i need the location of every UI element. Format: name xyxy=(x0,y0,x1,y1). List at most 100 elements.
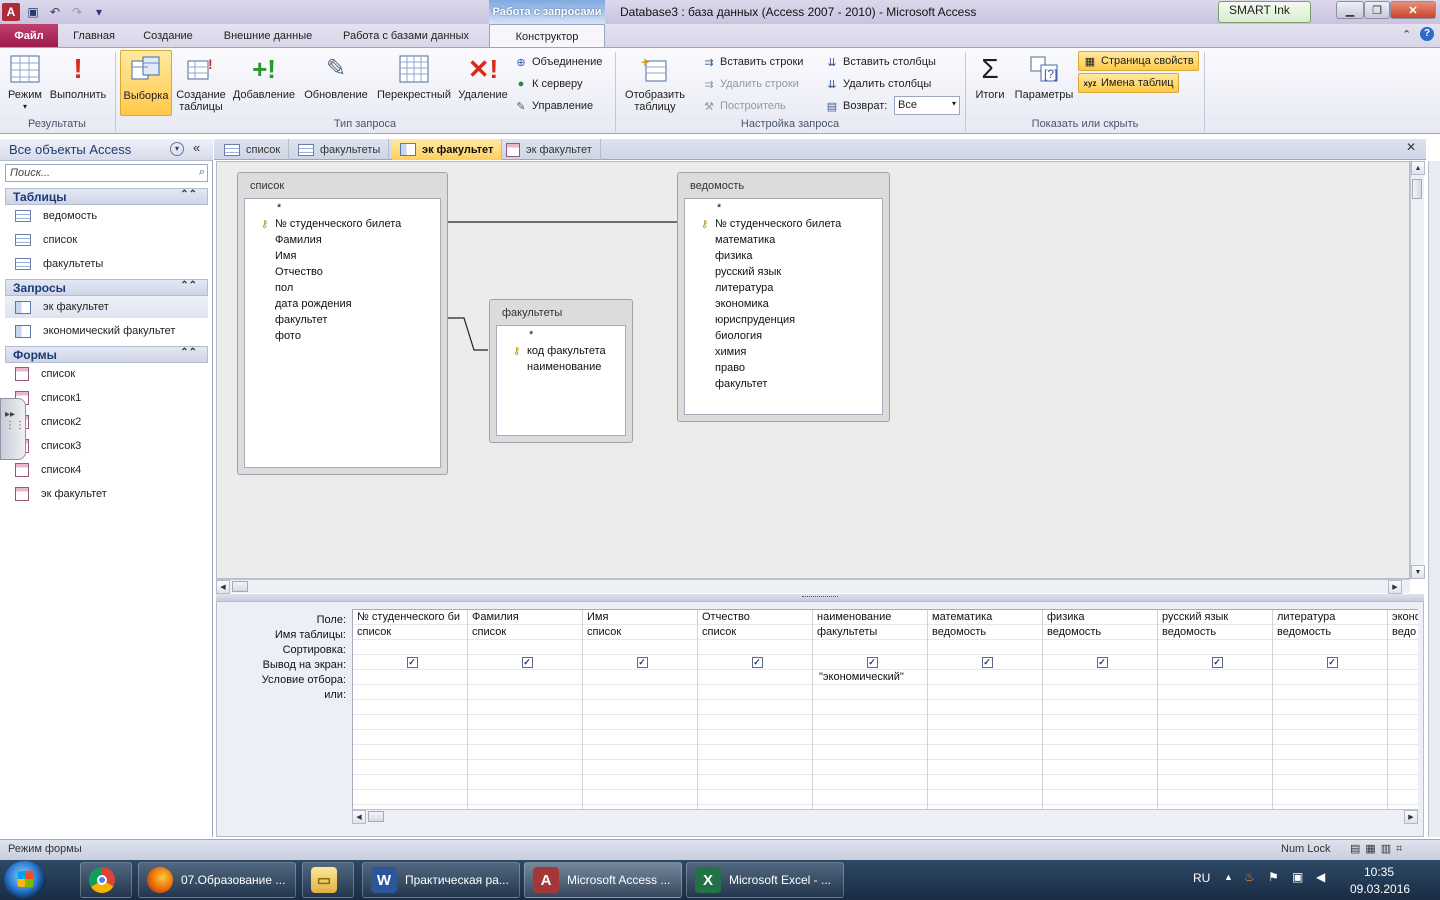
grid-cell-empty[interactable] xyxy=(1388,760,1418,775)
field-item[interactable]: факультет xyxy=(685,376,882,392)
grid-cell-empty[interactable] xyxy=(468,715,582,730)
grid-cell-empty[interactable] xyxy=(813,700,927,715)
grid-cell-table[interactable]: список xyxy=(583,625,697,640)
grid-cell-table[interactable]: список xyxy=(698,625,812,640)
grid-cell-empty[interactable] xyxy=(353,730,467,745)
field-item[interactable]: литература xyxy=(685,280,882,296)
close-document-icon[interactable]: ✕ xyxy=(1406,140,1416,154)
scroll-thumb[interactable] xyxy=(232,581,248,592)
field-item[interactable]: факультет xyxy=(245,312,440,328)
redo-icon[interactable]: ↷ xyxy=(68,3,86,21)
tray-volume-icon[interactable]: ◀ xyxy=(1316,870,1325,884)
taskbar-word[interactable]: W Практическая ра... xyxy=(362,862,520,898)
field-item[interactable]: дата рождения xyxy=(245,296,440,312)
grid-cell-empty[interactable] xyxy=(1388,715,1418,730)
grid-cell-empty[interactable] xyxy=(928,730,1042,745)
grid-cell-show[interactable] xyxy=(1388,655,1418,670)
grid-cell-empty[interactable] xyxy=(1043,775,1157,790)
grid-column[interactable]: Имя список ✓ xyxy=(583,610,698,809)
grid-cell-sort[interactable] xyxy=(353,640,467,655)
grid-cell-empty[interactable] xyxy=(1043,715,1157,730)
grid-cell-empty[interactable] xyxy=(1043,685,1157,700)
grid-cell-show[interactable]: ✓ xyxy=(1158,655,1272,670)
scroll-thumb[interactable] xyxy=(1412,179,1422,199)
grid-cell-field[interactable]: Отчество xyxy=(698,610,812,625)
design-horizontal-scrollbar[interactable]: ◀ ▶ xyxy=(216,579,1410,594)
grid-cell-empty[interactable] xyxy=(353,775,467,790)
grid-cell-empty[interactable] xyxy=(813,730,927,745)
tab-create[interactable]: Создание xyxy=(132,24,204,48)
grid-column[interactable]: физика ведомость ✓ xyxy=(1043,610,1158,809)
grid-cell-sort[interactable] xyxy=(813,640,927,655)
grid-cell-empty[interactable] xyxy=(813,790,927,805)
grid-cell-empty[interactable] xyxy=(1273,685,1387,700)
grid-cell-empty[interactable] xyxy=(1043,730,1157,745)
tray-flag-icon[interactable]: ⚑ xyxy=(1268,870,1279,884)
grid-cell-show[interactable]: ✓ xyxy=(1273,655,1387,670)
tray-network-icon[interactable]: ▣ xyxy=(1292,870,1303,884)
builder-button[interactable]: ⚒ Построитель xyxy=(702,96,786,116)
doc-tab-active[interactable]: эк факультет xyxy=(392,139,503,160)
tray-flame-icon[interactable]: ♨ xyxy=(1244,870,1255,884)
grid-cell-empty[interactable] xyxy=(1158,760,1272,775)
grid-cell-table[interactable]: ведомость xyxy=(1158,625,1272,640)
field-item-key[interactable]: ⚷ код факультета xyxy=(497,343,625,359)
grid-cell-empty[interactable] xyxy=(468,730,582,745)
start-button[interactable] xyxy=(4,861,46,899)
property-sheet-button[interactable]: ▦ Страница свойств xyxy=(1078,51,1199,71)
grid-cell-empty[interactable] xyxy=(1273,700,1387,715)
grid-column[interactable]: № студенческого би список ✓ xyxy=(353,610,468,809)
grid-cell-empty[interactable] xyxy=(813,685,927,700)
field-item[interactable]: физика xyxy=(685,248,882,264)
doc-tab[interactable]: факультеты xyxy=(290,139,390,160)
grid-cell-empty[interactable] xyxy=(698,790,812,805)
grid-horizontal-scrollbar[interactable]: ◀ ▶ xyxy=(352,809,1418,824)
save-icon[interactable]: ▣ xyxy=(24,3,42,21)
show-checkbox[interactable]: ✓ xyxy=(751,657,763,668)
grid-cell-table[interactable]: ведо xyxy=(1388,625,1418,640)
scroll-left-icon[interactable]: ◀ xyxy=(216,580,230,594)
field-item[interactable]: Отчество xyxy=(245,264,440,280)
append-button[interactable]: +! Добавление xyxy=(230,50,298,116)
update-button[interactable]: ✎ Обновление xyxy=(301,50,371,116)
doc-tab[interactable]: список xyxy=(216,139,290,160)
scroll-up-icon[interactable]: ▲ xyxy=(1411,161,1425,175)
show-checkbox[interactable]: ✓ xyxy=(1211,657,1223,668)
scroll-right-icon[interactable]: ▶ xyxy=(1404,810,1418,824)
field-item[interactable]: юриспруденция xyxy=(685,312,882,328)
grid-cell-criteria[interactable] xyxy=(1158,670,1272,685)
grid-cell-empty[interactable] xyxy=(1158,790,1272,805)
grid-cell-sort[interactable] xyxy=(928,640,1042,655)
grid-cell-empty[interactable] xyxy=(928,700,1042,715)
grid-cell-empty[interactable] xyxy=(1043,760,1157,775)
show-checkbox[interactable]: ✓ xyxy=(1326,657,1338,668)
taskbar-chrome[interactable] xyxy=(80,862,132,898)
smart-ink-widget[interactable]: SMART Ink xyxy=(1218,1,1311,23)
grid-cell-show[interactable]: ✓ xyxy=(928,655,1042,670)
grid-cell-field[interactable]: Имя xyxy=(583,610,697,625)
grid-cell-empty[interactable] xyxy=(353,790,467,805)
field-list-spisok[interactable]: список * ⚷ № студенческого билета Фамилия… xyxy=(237,172,448,475)
mode-button[interactable]: Режим ▾ xyxy=(4,50,46,116)
grid-cell-empty[interactable] xyxy=(813,775,927,790)
grid-cell-table[interactable]: список xyxy=(468,625,582,640)
grid-cell-empty[interactable] xyxy=(698,715,812,730)
field-item[interactable]: * xyxy=(685,200,882,216)
grid-cell-empty[interactable] xyxy=(813,715,927,730)
grid-cell-empty[interactable] xyxy=(353,760,467,775)
grid-cell-empty[interactable] xyxy=(698,760,812,775)
grid-cell-empty[interactable] xyxy=(468,760,582,775)
grid-cell-empty[interactable] xyxy=(583,700,697,715)
grid-cell-field[interactable]: № студенческого би xyxy=(353,610,467,625)
nav-item-table[interactable]: ведомость xyxy=(5,205,208,227)
close-button[interactable]: ✕ xyxy=(1390,1,1436,19)
floating-tools-handle[interactable]: ▸▸ ⋮⋮ xyxy=(0,398,26,460)
maximize-button[interactable]: ❐ xyxy=(1364,1,1390,19)
run-button[interactable]: ! Выполнить xyxy=(48,50,108,116)
grid-cell-show[interactable]: ✓ xyxy=(1043,655,1157,670)
delete-query-button[interactable]: ✕! Удаление xyxy=(456,50,510,116)
delete-rows-button[interactable]: ⇉ Удалить строки xyxy=(702,74,798,94)
scroll-left-icon[interactable]: ◀ xyxy=(352,810,366,824)
grid-column[interactable]: математика ведомость ✓ xyxy=(928,610,1043,809)
grid-cell-show[interactable]: ✓ xyxy=(353,655,467,670)
